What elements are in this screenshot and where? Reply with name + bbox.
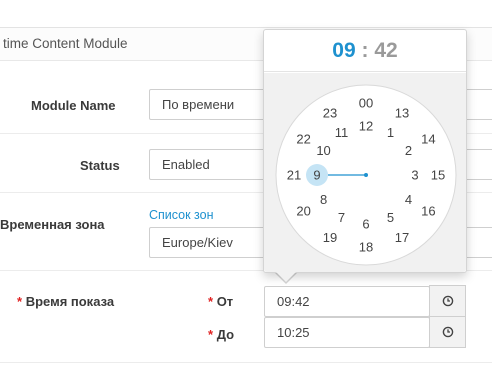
show-time-label-text: Время показа bbox=[25, 294, 115, 309]
to-label: * До bbox=[208, 327, 234, 342]
clock-hour-17[interactable]: 17 bbox=[395, 230, 409, 245]
clock-hour-18[interactable]: 18 bbox=[359, 240, 373, 255]
clock-dial[interactable]: 00131415161718192021222312 1234567891011 bbox=[275, 84, 457, 266]
clock-minutes-display[interactable]: 42 bbox=[374, 39, 397, 62]
status-label: Status bbox=[80, 158, 120, 173]
required-mark: * bbox=[208, 327, 214, 342]
clock-hour-16[interactable]: 16 bbox=[421, 204, 435, 219]
show-time-label: * Время показа bbox=[17, 294, 114, 309]
clock-hour-20[interactable]: 20 bbox=[296, 204, 310, 219]
clock-hour-6[interactable]: 6 bbox=[362, 217, 369, 232]
clock-hour-13[interactable]: 13 bbox=[395, 105, 409, 120]
timezone-label: Временная зона bbox=[0, 217, 105, 232]
clock-hour-23[interactable]: 23 bbox=[323, 105, 337, 120]
clock-hour-21[interactable]: 21 bbox=[287, 168, 301, 183]
from-label: * От bbox=[208, 294, 233, 309]
clock-hour-14[interactable]: 14 bbox=[421, 132, 435, 147]
clock-hour-19[interactable]: 19 bbox=[323, 230, 337, 245]
clock-hour-7[interactable]: 7 bbox=[338, 210, 345, 225]
clock-hour-12[interactable]: 12 bbox=[359, 119, 373, 134]
to-time-input[interactable]: 10:25 bbox=[264, 317, 430, 348]
from-label-text: От bbox=[216, 294, 234, 309]
clock-hour-9[interactable]: 9 bbox=[313, 168, 320, 183]
from-clock-button[interactable] bbox=[429, 285, 466, 317]
clock-hour-11[interactable]: 11 bbox=[335, 125, 349, 140]
clock-hours-display[interactable]: 09 bbox=[332, 39, 355, 62]
from-time-input[interactable]: 09:42 bbox=[264, 286, 430, 317]
timezone-list-link[interactable]: Список зон bbox=[149, 208, 214, 222]
clock-hour-00[interactable]: 00 bbox=[359, 96, 373, 111]
clock-hour-22[interactable]: 22 bbox=[296, 132, 310, 147]
popover-arrow-fill bbox=[276, 272, 296, 282]
clock-hour-10[interactable]: 10 bbox=[316, 143, 330, 158]
required-mark: * bbox=[17, 294, 23, 309]
clock-hour-8[interactable]: 8 bbox=[320, 192, 327, 207]
to-clock-button[interactable] bbox=[429, 316, 466, 348]
row-divider bbox=[0, 362, 492, 363]
clock-separator: : bbox=[361, 39, 369, 62]
required-mark: * bbox=[208, 294, 214, 309]
clock-hour-3[interactable]: 3 bbox=[411, 168, 418, 183]
clock-hour-2[interactable]: 2 bbox=[405, 143, 412, 158]
panel-title: time Content Module bbox=[3, 36, 128, 51]
clock-picker-header: 09 : 42 bbox=[264, 30, 466, 72]
clock-hour-4[interactable]: 4 bbox=[405, 192, 412, 207]
clock-hour-5[interactable]: 5 bbox=[387, 210, 394, 225]
clock-icon bbox=[442, 326, 453, 338]
clock-center-dot bbox=[364, 173, 368, 177]
to-label-text: До bbox=[216, 327, 235, 342]
clock-icon bbox=[442, 295, 453, 307]
clock-hour-1[interactable]: 1 bbox=[387, 125, 394, 140]
module-name-label: Module Name bbox=[31, 98, 116, 113]
clock-hour-15[interactable]: 15 bbox=[431, 168, 445, 183]
